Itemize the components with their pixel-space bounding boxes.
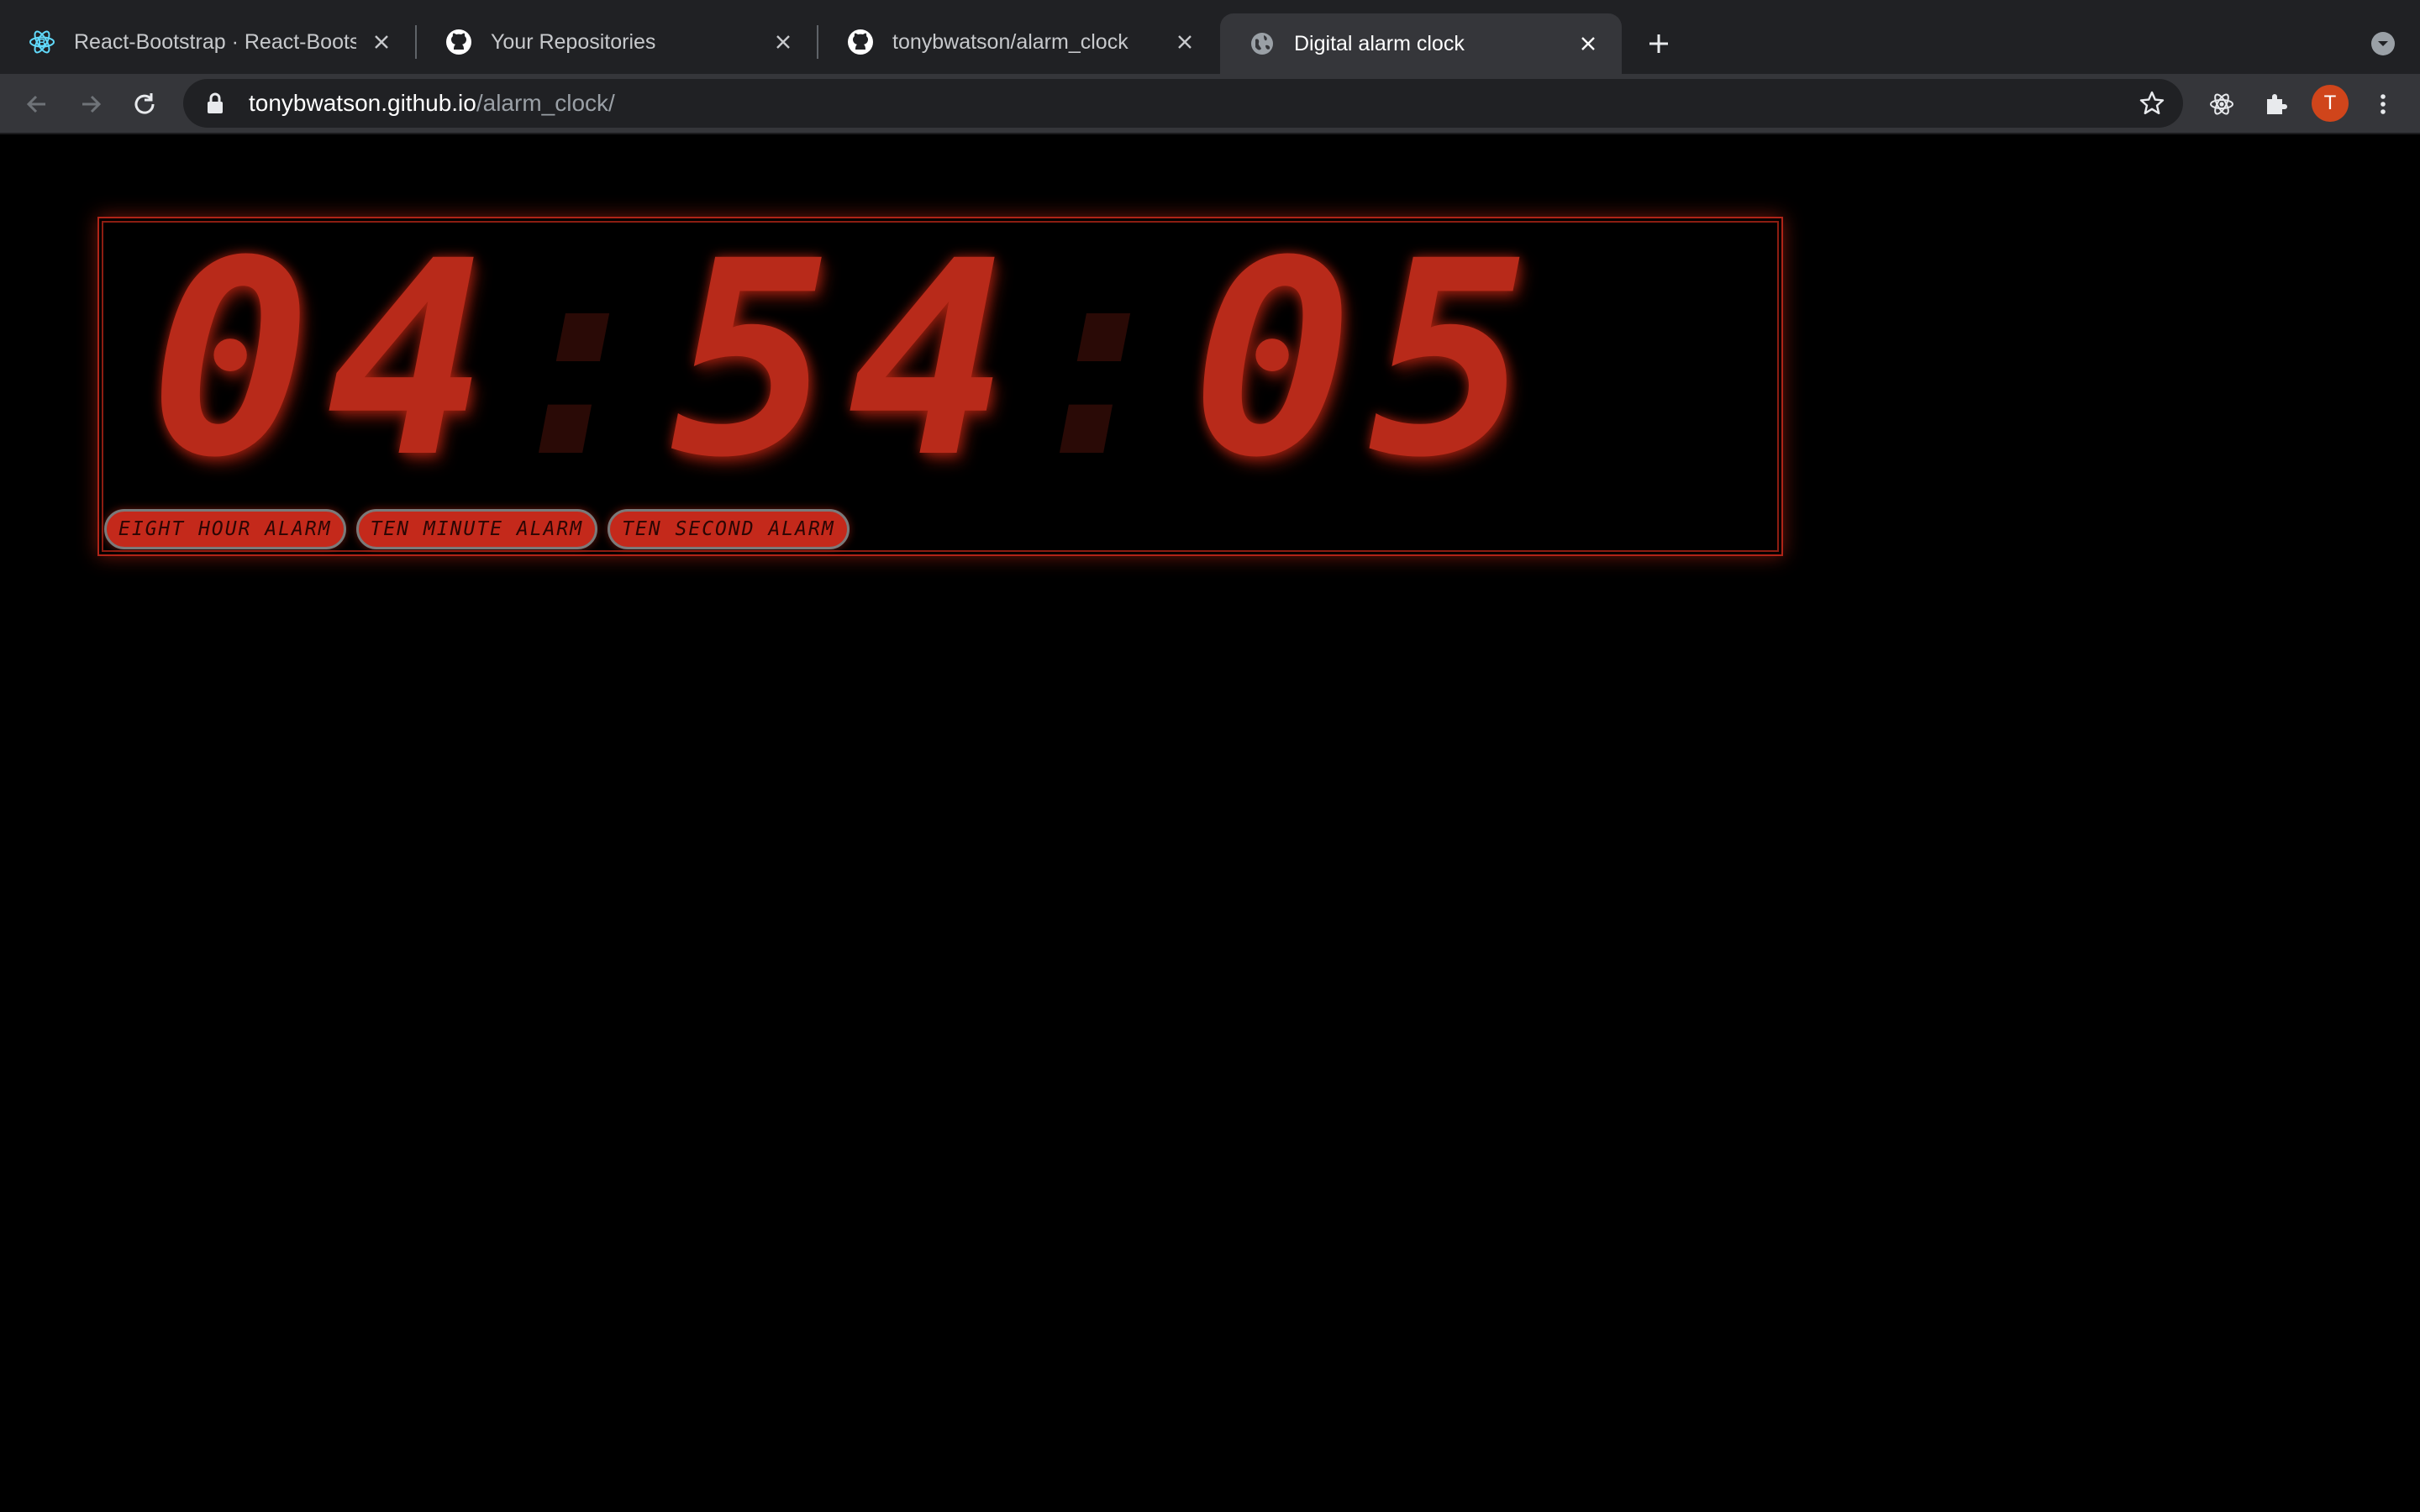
clock-hours: 04 bbox=[150, 204, 504, 517]
clock-display: 04:54:05 bbox=[150, 204, 1546, 517]
tab-title: Your Repositories bbox=[491, 29, 656, 54]
puzzle-icon bbox=[2267, 94, 2287, 114]
arrow-right-icon bbox=[82, 95, 102, 113]
browser-toolbar: tonybwatson.github.io/alarm_clock/ T bbox=[0, 74, 2420, 134]
lock-icon[interactable] bbox=[202, 90, 229, 117]
url-path: /alarm_clock/ bbox=[476, 90, 615, 116]
tab-alarm-clock-repo[interactable]: tonybwatson/alarm_clock bbox=[818, 13, 1218, 71]
forward-button[interactable] bbox=[69, 82, 113, 126]
svg-text:B: B bbox=[38, 36, 45, 49]
tab-react-bootstrap[interactable]: B React-Bootstrap · React-Boots bbox=[0, 13, 415, 71]
clock-panel: 04:54:05 EIGHT HOUR ALARM TEN MINUTE ALA… bbox=[97, 217, 1783, 556]
profile-avatar[interactable]: T bbox=[2312, 85, 2349, 122]
tab-title: React-Bootstrap · React-Boots bbox=[74, 29, 356, 54]
tab-your-repositories[interactable]: Your Repositories bbox=[417, 13, 817, 71]
clock-minutes: 54 bbox=[670, 204, 1025, 517]
close-icon[interactable] bbox=[368, 29, 395, 55]
react-bootstrap-icon: B bbox=[29, 29, 55, 55]
browser-tabstrip: B React-Bootstrap · React-Boots Your Rep… bbox=[0, 0, 2420, 74]
react-devtools-extension-button[interactable] bbox=[2200, 82, 2244, 126]
eight-hour-alarm-button[interactable]: EIGHT HOUR ALARM bbox=[104, 509, 346, 549]
globe-icon bbox=[1249, 30, 1276, 57]
react-icon bbox=[2210, 93, 2233, 115]
ten-second-alarm-button[interactable]: TEN SECOND ALARM bbox=[608, 509, 850, 549]
url-text: tonybwatson.github.io/alarm_clock/ bbox=[249, 90, 615, 117]
close-icon[interactable] bbox=[770, 29, 797, 55]
github-icon bbox=[847, 29, 874, 55]
url-host: tonybwatson.github.io bbox=[249, 90, 476, 116]
new-tab-button[interactable] bbox=[1639, 24, 1679, 64]
tab-digital-alarm-clock[interactable]: Digital alarm clock bbox=[1220, 13, 1622, 74]
arrow-left-icon bbox=[26, 95, 45, 113]
tab-title: tonybwatson/alarm_clock bbox=[892, 29, 1128, 54]
ten-minute-alarm-button[interactable]: TEN MINUTE ALARM bbox=[355, 509, 598, 549]
reload-button[interactable] bbox=[123, 82, 166, 126]
clock-seconds: 05 bbox=[1191, 204, 1546, 517]
tab-title: Digital alarm clock bbox=[1294, 31, 1465, 55]
bookmark-star-icon[interactable] bbox=[2138, 89, 2166, 118]
clock-separator: : bbox=[498, 204, 676, 517]
close-icon[interactable] bbox=[1171, 29, 1198, 55]
back-button[interactable] bbox=[15, 82, 59, 126]
clock-separator: : bbox=[1019, 204, 1197, 517]
chevron-down-icon bbox=[2371, 32, 2395, 55]
extensions-button[interactable] bbox=[2254, 82, 2297, 126]
alarm-buttons: EIGHT HOUR ALARM TEN MINUTE ALARM TEN SE… bbox=[104, 509, 850, 549]
tab-search-button[interactable] bbox=[2365, 25, 2402, 62]
kebab-menu-icon bbox=[2381, 94, 2386, 114]
close-icon[interactable] bbox=[1575, 30, 1602, 57]
reload-icon bbox=[134, 93, 155, 114]
plus-icon bbox=[1649, 34, 1668, 53]
github-icon bbox=[445, 29, 472, 55]
address-bar[interactable]: tonybwatson.github.io/alarm_clock/ bbox=[183, 79, 2183, 128]
menu-button[interactable] bbox=[2361, 82, 2405, 126]
